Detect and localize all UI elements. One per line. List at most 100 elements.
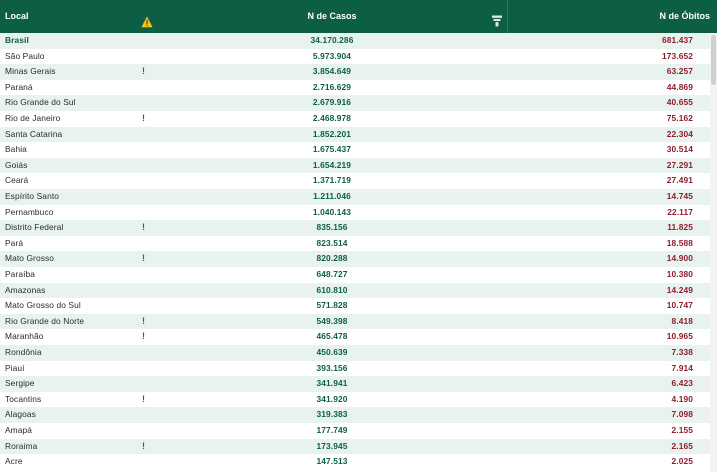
cell-casos: 2.468.978 — [312, 113, 352, 123]
alert-icon[interactable]: ! — [142, 113, 145, 123]
alert-icon[interactable]: ! — [142, 394, 145, 404]
cell-obitos: 173.652 — [662, 50, 693, 61]
cell-casos: 1.211.046 — [313, 191, 351, 201]
cell-obitos: 18.588 — [666, 237, 693, 248]
table-row[interactable]: Amapá 177.749 2.155 — [0, 423, 717, 439]
cell-casos: 549.398 — [316, 315, 348, 326]
table-row[interactable]: São Paulo 5.973.904 173.652 — [0, 48, 717, 65]
cell-obitos: 7.914 — [671, 362, 693, 373]
cell-obitos: 10.965 — [666, 331, 693, 342]
cell-local: Minas Gerais — [5, 66, 56, 77]
cell-casos: 341.920 — [316, 393, 348, 404]
table-row[interactable]: Mato Grosso do Sul 571.828 10.747 — [0, 298, 717, 314]
cell-casos: 173.945 — [316, 440, 348, 451]
vertical-scrollbar[interactable] — [710, 33, 717, 472]
cell-local: Pará — [5, 237, 24, 248]
cell-local: Espírito Santo — [5, 191, 60, 201]
table-row[interactable]: Ceará 1.371.719 27.491 — [0, 173, 717, 189]
cell-casos: 835.156 — [316, 222, 348, 233]
cell-obitos: 14.249 — [666, 284, 693, 295]
cell-local: São Paulo — [5, 50, 45, 61]
filter-icon[interactable] — [491, 9, 503, 27]
table-row[interactable]: Distrito Federal! 835.156 11.825 — [0, 220, 717, 236]
cell-local: Amapá — [5, 425, 33, 435]
table-row[interactable]: Rio Grande do Norte! 549.398 8.418 — [0, 313, 717, 330]
table-row[interactable]: Pernambuco 1.040.143 22.117 — [0, 204, 717, 221]
cell-casos: 2.679.916 — [312, 97, 352, 108]
cell-casos: 341.941 — [316, 378, 348, 389]
cell-obitos: 2.155 — [671, 425, 693, 435]
table-row[interactable]: Paraná 2.716.629 44.869 — [0, 79, 717, 96]
table-row[interactable]: Pará 823.514 18.588 — [0, 235, 717, 252]
covid-table: Local N de Casos N de Óbitos Brasil 34.17… — [0, 0, 717, 472]
cell-obitos: 14.745 — [666, 191, 693, 201]
cell-obitos: 2.025 — [671, 456, 693, 467]
column-header-obitos[interactable]: N de Óbitos — [508, 0, 710, 33]
cell-casos: 450.639 — [316, 347, 348, 357]
table-row[interactable]: Acre 147.513 2.025 — [0, 454, 717, 470]
table-row[interactable]: Rio de Janeiro! 2.468.978 75.162 — [0, 111, 717, 127]
cell-casos: 177.749 — [316, 425, 348, 435]
table-row[interactable]: Paraíba 648.727 10.380 — [0, 267, 717, 283]
cell-local: Paraná — [5, 81, 33, 92]
table-row[interactable]: Tocantins! 341.920 4.190 — [0, 391, 717, 408]
cell-casos: 1.371.719 — [312, 175, 352, 186]
cell-local: Alagoas — [5, 409, 36, 420]
cell-casos: 610.810 — [316, 284, 348, 295]
cell-obitos: 7.338 — [671, 347, 693, 357]
column-header-local[interactable]: Local — [5, 0, 29, 33]
cell-local: Brasil — [5, 35, 29, 45]
cell-casos: 5.973.904 — [312, 50, 352, 61]
table-row[interactable]: Minas Gerais! 3.854.649 63.257 — [0, 64, 717, 80]
table-row[interactable]: Rio Grande do Sul 2.679.916 40.655 — [0, 95, 717, 111]
cell-obitos: 8.418 — [671, 315, 693, 326]
cell-local: Maranhão — [5, 331, 44, 342]
table-row[interactable]: Amazonas 610.810 14.249 — [0, 282, 717, 299]
cell-obitos: 22.117 — [667, 206, 693, 217]
cell-local: Mato Grosso — [5, 253, 55, 264]
warning-triangle-icon[interactable] — [141, 9, 153, 28]
table-row[interactable]: Piauí 393.156 7.914 — [0, 360, 717, 377]
cell-obitos: 14.900 — [666, 253, 693, 264]
cell-casos: 1.654.219 — [312, 159, 352, 170]
alert-icon[interactable]: ! — [142, 66, 145, 76]
cell-casos: 1.040.143 — [312, 206, 352, 217]
table-row[interactable]: Alagoas 319.383 7.098 — [0, 407, 717, 423]
alert-icon[interactable]: ! — [142, 222, 145, 232]
alert-icon[interactable]: ! — [142, 316, 145, 326]
cell-obitos: 27.291 — [666, 159, 693, 170]
cell-obitos: 6.423 — [671, 378, 693, 389]
table-row[interactable]: Brasil 34.170.286 681.437 — [0, 33, 717, 49]
cell-local: Pernambuco — [5, 206, 54, 217]
cell-casos: 3.854.649 — [312, 66, 352, 77]
cell-local: Tocantins — [5, 393, 42, 404]
scrollbar-thumb[interactable] — [711, 35, 716, 85]
table-row[interactable]: Roraima! 173.945 2.165 — [0, 438, 717, 455]
cell-casos: 319.383 — [316, 409, 348, 420]
alert-icon[interactable]: ! — [142, 253, 145, 263]
table-row[interactable]: Espírito Santo 1.211.046 14.745 — [0, 189, 717, 205]
cell-obitos: 44.869 — [666, 81, 693, 92]
table-row[interactable]: Bahia 1.675.437 30.514 — [0, 142, 717, 158]
table-row[interactable]: Maranhão! 465.478 10.965 — [0, 329, 717, 345]
alert-icon[interactable]: ! — [142, 331, 145, 341]
cell-casos: 1.852.201 — [312, 128, 352, 139]
table-row[interactable]: Goiás 1.654.219 27.291 — [0, 157, 717, 174]
cell-obitos: 2.165 — [671, 440, 693, 451]
table-row[interactable]: Rondônia 450.639 7.338 — [0, 345, 717, 361]
cell-local: Paraíba — [5, 269, 36, 279]
cell-local: Rio Grande do Norte — [5, 315, 85, 326]
table-row[interactable]: Santa Catarina 1.852.201 22.304 — [0, 126, 717, 143]
cell-local: Rio de Janeiro — [5, 113, 61, 123]
cell-obitos: 27.491 — [666, 175, 693, 186]
cell-casos: 823.514 — [316, 237, 348, 248]
cell-casos: 34.170.286 — [310, 35, 354, 45]
alert-icon[interactable]: ! — [142, 441, 145, 451]
table-row[interactable]: Sergipe 341.941 6.423 — [0, 376, 717, 392]
cell-obitos: 11.825 — [667, 222, 693, 233]
column-header-casos[interactable]: N de Casos — [157, 0, 507, 33]
cell-local: Santa Catarina — [5, 128, 63, 139]
cell-obitos: 4.190 — [671, 393, 693, 404]
table-row[interactable]: Mato Grosso! 820.288 14.900 — [0, 251, 717, 267]
cell-obitos: 40.655 — [666, 97, 693, 108]
